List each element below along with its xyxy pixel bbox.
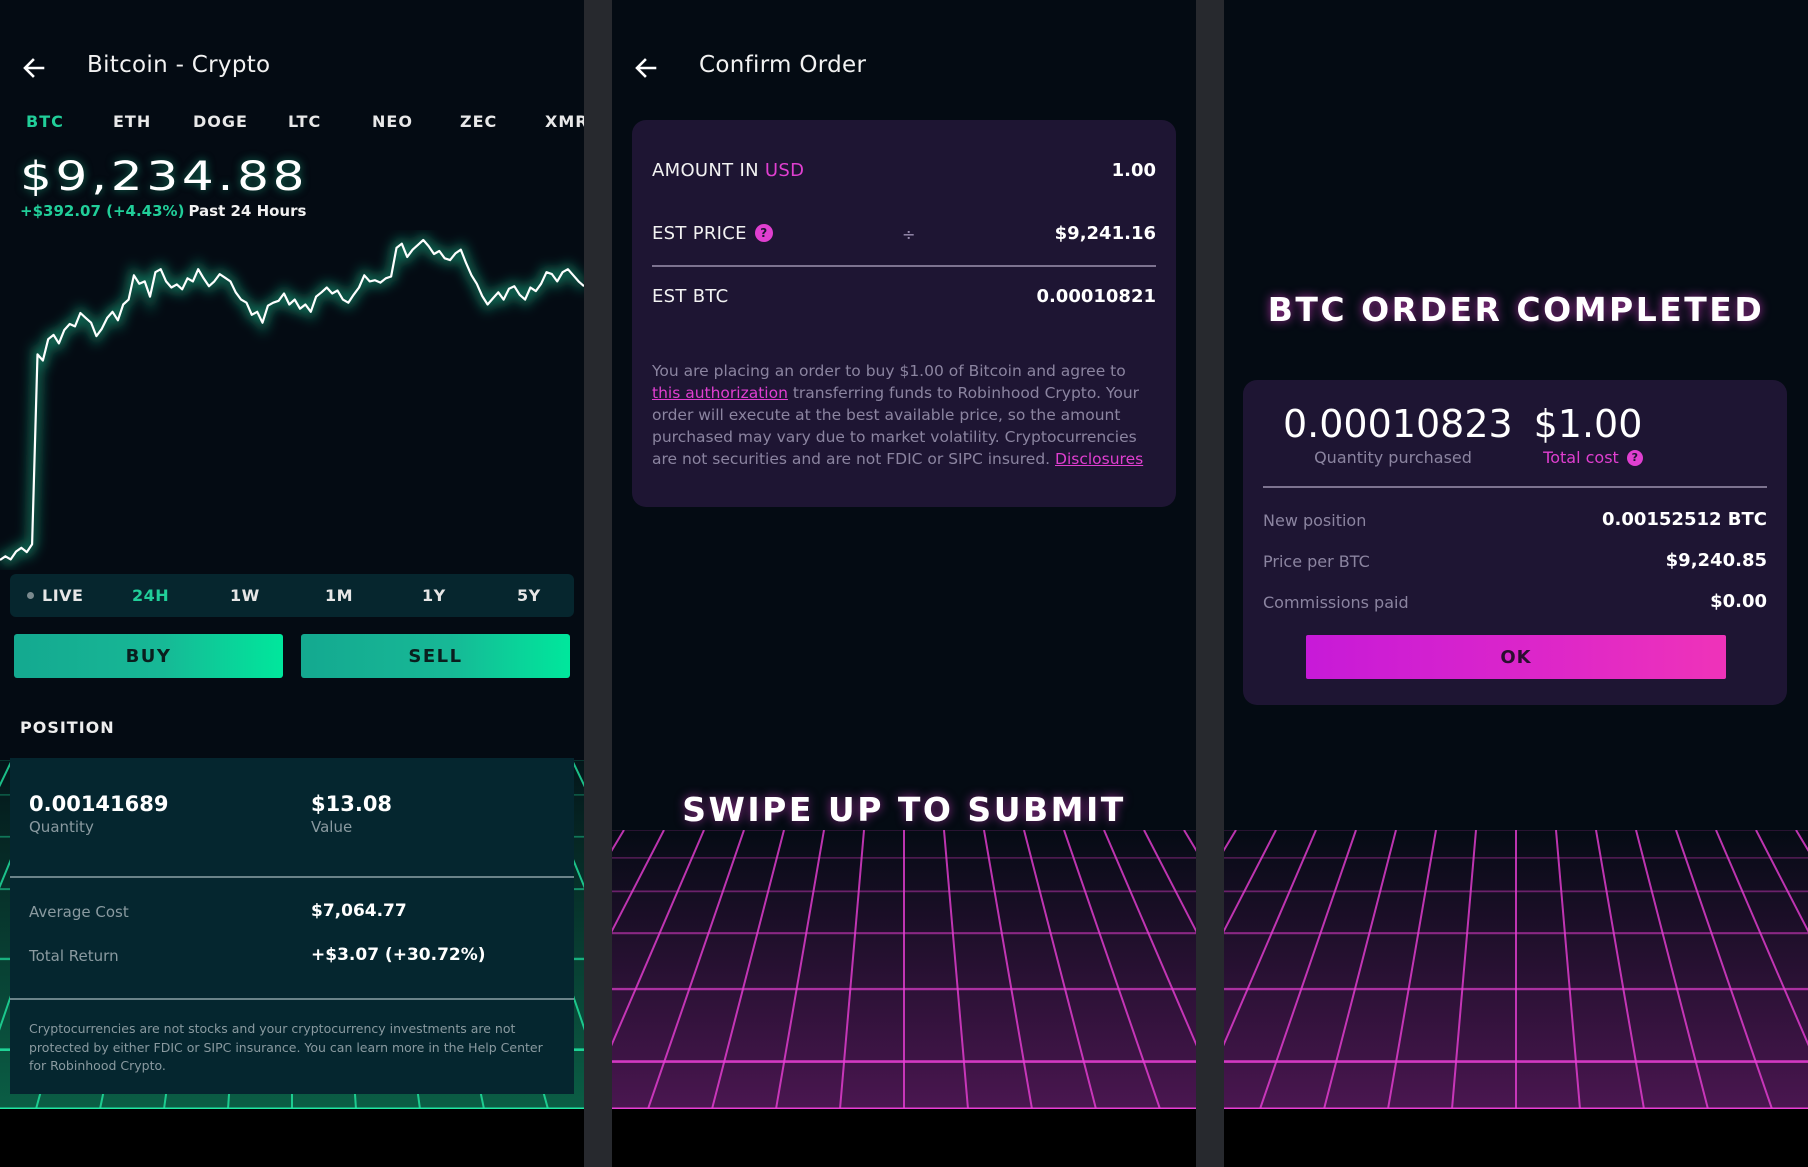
tab-btc[interactable]: BTC xyxy=(26,112,64,131)
commissions-label: Commissions paid xyxy=(1263,593,1409,612)
value-cell: $13.08 Value xyxy=(311,792,392,836)
new-position-value: 0.00152512 BTC xyxy=(1601,509,1767,530)
amount-row: AMOUNT IN USD 1.00 xyxy=(652,160,1156,190)
divider xyxy=(10,998,574,1000)
tab-neo[interactable]: NEO xyxy=(372,112,413,131)
sell-button[interactable]: SELL xyxy=(301,634,570,678)
total-return-value: +$3.07 (+30.72%) xyxy=(311,945,486,965)
range-5y[interactable]: 5Y xyxy=(517,586,541,605)
order-receipt-card: 0.00010823 Quantity purchased $1.00 Tota… xyxy=(1243,380,1787,705)
divider xyxy=(652,265,1156,267)
total-return-label: Total Return xyxy=(29,947,119,965)
tab-xmr[interactable]: XMR xyxy=(545,112,584,131)
panel-divider xyxy=(584,0,612,1167)
est-btc-label: EST BTC xyxy=(652,286,729,307)
buy-button[interactable]: BUY xyxy=(14,634,283,678)
screen-header: Bitcoin - Crypto xyxy=(0,48,584,88)
range-24h[interactable]: 24H xyxy=(132,586,169,605)
range-1w[interactable]: 1W xyxy=(230,586,260,605)
coin-tabs: BTC ETH DOGE LTC NEO ZEC XMR xyxy=(0,112,584,138)
order-disclaimer: You are placing an order to buy $1.00 of… xyxy=(652,360,1152,470)
live-dot-icon xyxy=(27,592,34,599)
position-section-title: POSITION xyxy=(20,718,115,737)
disclosures-link[interactable]: Disclosures xyxy=(1055,450,1143,468)
range-1y[interactable]: 1Y xyxy=(422,586,446,605)
quantity-label: Quantity xyxy=(29,818,94,836)
range-1m[interactable]: 1M xyxy=(325,586,353,605)
bitcoin-detail-screen: Bitcoin - Crypto BTC ETH DOGE LTC NEO ZE… xyxy=(0,0,584,1167)
panel-divider xyxy=(1196,0,1224,1167)
average-cost-value: $7,064.77 xyxy=(311,901,407,921)
bottom-bar xyxy=(0,1109,584,1167)
tab-zec[interactable]: ZEC xyxy=(460,112,497,131)
est-btc-value: 0.00010821 xyxy=(1036,286,1156,307)
confirm-order-screen: Confirm Order AMOUNT IN USD 1.00 EST PRI… xyxy=(612,0,1196,1167)
amount-value[interactable]: 1.00 xyxy=(1112,160,1156,181)
crypto-disclaimer: Cryptocurrencies are not stocks and your… xyxy=(29,1021,543,1073)
tab-eth[interactable]: ETH xyxy=(113,112,151,131)
tab-doge[interactable]: DOGE xyxy=(193,112,248,131)
time-range-bar: LIVE 24H 1W 1M 1Y 5Y xyxy=(10,574,574,617)
divider xyxy=(1263,486,1767,488)
help-icon[interactable]: ? xyxy=(1626,450,1643,466)
price-change-period: Past 24 Hours xyxy=(188,202,307,220)
authorization-link[interactable]: this authorization xyxy=(652,384,788,402)
current-price: $9,234.88 xyxy=(20,154,309,200)
value-value: $13.08 xyxy=(311,792,393,816)
ok-button[interactable]: OK xyxy=(1306,635,1726,679)
average-cost-label: Average Cost xyxy=(29,903,129,921)
total-cost-value: $1.00 xyxy=(1533,402,1643,446)
total-cost-label: Total cost? xyxy=(1503,448,1683,467)
order-completed-screen: BTC ORDER COMPLETED 0.00010823 Quantity … xyxy=(1224,0,1808,1167)
pink-grid-background xyxy=(1224,830,1808,1109)
amount-label-text: AMOUNT IN xyxy=(652,160,765,181)
total-cost-label-text: Total cost xyxy=(1543,448,1619,467)
new-position-label: New position xyxy=(1263,511,1367,530)
quantity-value: 0.00141689 xyxy=(29,792,169,816)
arrow-left-icon[interactable] xyxy=(22,56,46,80)
swipe-to-submit[interactable]: SWIPE UP TO SUBMIT xyxy=(612,790,1196,829)
est-btc-row: EST BTC 0.00010821 xyxy=(652,286,1156,316)
est-price-label: EST PRICE? xyxy=(652,223,773,244)
pink-grid-background xyxy=(612,830,1196,1109)
price-change-value: +$392.07 (+4.43%) xyxy=(20,202,185,220)
order-completed-title: BTC ORDER COMPLETED xyxy=(1267,290,1765,329)
est-price-row: EST PRICE? ÷ $9,241.16 xyxy=(652,223,1156,253)
disclaimer-text: You are placing an order to buy $1.00 of… xyxy=(652,362,1126,380)
price-chart[interactable] xyxy=(0,230,584,570)
help-icon[interactable]: ? xyxy=(754,224,773,242)
order-summary-card: AMOUNT IN USD 1.00 EST PRICE? ÷ $9,241.1… xyxy=(632,120,1176,507)
page-title: Confirm Order xyxy=(699,52,867,78)
price-per-btc-value: $9,240.85 xyxy=(1665,550,1767,571)
screen-header: Confirm Order xyxy=(612,48,1196,88)
position-card: 0.00141689 Quantity $13.08 Value Average… xyxy=(10,758,574,1094)
est-price-label-text: EST PRICE xyxy=(652,223,747,244)
quantity-purchased-value: 0.00010823 xyxy=(1283,402,1513,446)
quantity-cell: 0.00141689 Quantity xyxy=(29,792,168,836)
bottom-bar xyxy=(612,1109,1196,1167)
tab-ltc[interactable]: LTC xyxy=(288,112,321,131)
amount-label: AMOUNT IN USD xyxy=(652,160,804,181)
price-change: +$392.07 (+4.43%) Past 24 Hours xyxy=(20,202,306,220)
price-per-btc-label: Price per BTC xyxy=(1263,552,1370,571)
commissions-value: $0.00 xyxy=(1710,591,1767,612)
price-line-glow xyxy=(0,233,584,566)
value-label: Value xyxy=(311,818,353,836)
arrow-left-icon[interactable] xyxy=(634,56,658,80)
bottom-bar xyxy=(1224,1109,1808,1167)
divide-icon: ÷ xyxy=(902,225,916,244)
page-title: Bitcoin - Crypto xyxy=(87,52,271,78)
est-price-value: $9,241.16 xyxy=(1054,223,1156,244)
range-live[interactable]: LIVE xyxy=(42,586,83,605)
currency-selector[interactable]: USD xyxy=(765,160,804,181)
quantity-purchased-label: Quantity purchased xyxy=(1314,448,1472,467)
divider xyxy=(10,876,574,878)
